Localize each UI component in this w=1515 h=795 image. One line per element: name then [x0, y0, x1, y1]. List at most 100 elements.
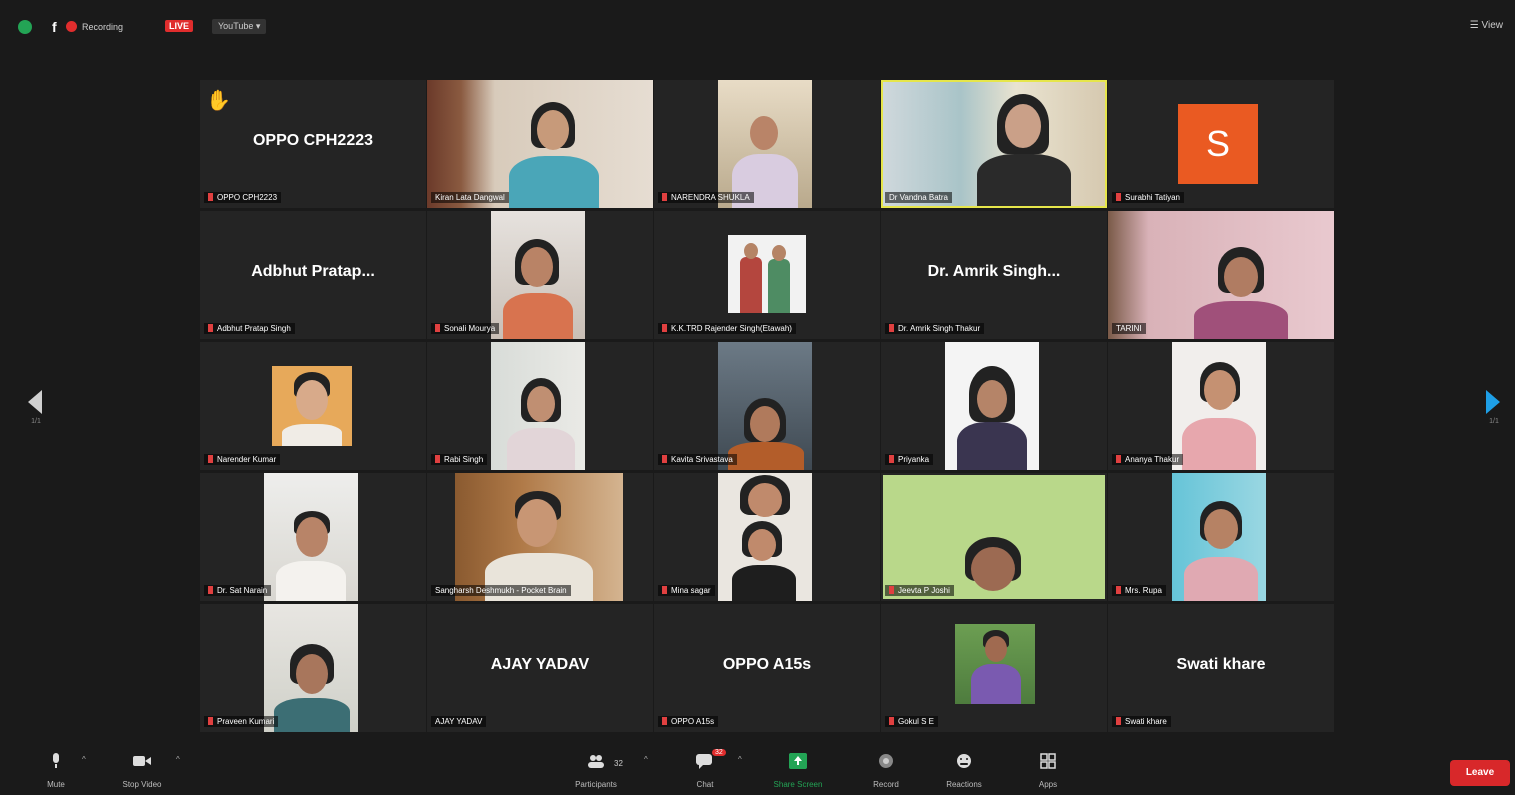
view-button[interactable]: ☰ View: [1470, 20, 1503, 31]
participant-display-name: OPPO A15s: [722, 656, 812, 673]
participant-name-label: Dr Vandna Batra: [885, 192, 952, 203]
leave-button[interactable]: Leave: [1450, 760, 1510, 786]
participant-tile[interactable]: NARENDRA SHUKLA: [654, 80, 880, 208]
participant-name-label: Praveen Kumari: [204, 716, 279, 727]
muted-mic-icon: [1116, 586, 1121, 594]
participant-tile-active-speaker[interactable]: Dr Vandna Batra: [881, 80, 1107, 208]
participant-tile[interactable]: K.K.TRD Rajender Singh(Etawah): [654, 211, 880, 339]
chat-unread-badge: 32: [712, 749, 726, 756]
participant-video: [718, 80, 812, 208]
participant-tile[interactable]: Swati khare Swati khare: [1108, 604, 1334, 732]
participants-options-chevron-icon[interactable]: ^: [644, 755, 648, 764]
participant-name-label: Sonali Mourya: [431, 323, 500, 334]
next-page-button[interactable]: 1/1: [1486, 390, 1502, 425]
security-shield-icon[interactable]: [18, 20, 32, 34]
muted-mic-icon: [435, 455, 440, 463]
participant-tile[interactable]: Jeevta P Joshi: [881, 473, 1107, 601]
participants-label: Participants: [575, 780, 617, 789]
participant-display-name: Dr. Amrik Singh...: [927, 263, 1061, 280]
participant-tile[interactable]: Kavita Srivastava: [654, 342, 880, 470]
muted-mic-icon: [1116, 717, 1121, 725]
participant-name-label: Surabhi Tatiyan: [1112, 192, 1184, 203]
participant-tile[interactable]: Praveen Kumari: [200, 604, 426, 732]
recording-label[interactable]: Recording: [82, 22, 123, 32]
apps-icon: [1040, 753, 1056, 769]
participant-tile[interactable]: TARINI: [1108, 211, 1334, 339]
arrow-right-icon: [1486, 390, 1500, 414]
participant-tile[interactable]: Gokul S E: [881, 604, 1107, 732]
muted-mic-icon: [208, 586, 213, 594]
participant-tile[interactable]: Adbhut Pratap... Adbhut Pratap Singh: [200, 211, 426, 339]
stop-video-button[interactable]: Stop Video: [112, 745, 172, 789]
muted-mic-icon: [662, 324, 667, 332]
participant-name-label: Mina sagar: [658, 585, 715, 596]
muted-mic-icon: [662, 193, 667, 201]
participant-tile[interactable]: Priyanka: [881, 342, 1107, 470]
share-screen-label: Share Screen: [773, 780, 823, 789]
facebook-icon[interactable]: f: [52, 20, 60, 34]
chat-options-chevron-icon[interactable]: ^: [738, 755, 742, 764]
participant-name-label: OPPO CPH2223: [204, 192, 282, 203]
muted-mic-icon: [662, 455, 667, 463]
muted-mic-icon: [662, 586, 667, 594]
top-bar: f Recording LIVE YouTube ▾ ☰ View: [0, 0, 1515, 56]
muted-mic-icon: [1116, 455, 1121, 463]
participant-video: [1108, 211, 1334, 339]
youtube-dropdown[interactable]: YouTube ▾: [212, 19, 267, 34]
participant-name-label: Mrs. Rupa: [1112, 585, 1166, 596]
participant-tile[interactable]: Dr. Sat Narain: [200, 473, 426, 601]
participant-video: [718, 342, 812, 470]
page-indicator-right: 1/1: [1489, 418, 1499, 425]
participant-display-name: AJAY YADAV: [490, 656, 590, 673]
participant-video: [1172, 473, 1266, 601]
participant-tile[interactable]: OPPO A15s OPPO A15s: [654, 604, 880, 732]
audio-options-chevron-icon[interactable]: ^: [82, 755, 86, 764]
participant-name-label: Dr. Amrik Singh Thakur: [885, 323, 985, 334]
participant-tile[interactable]: Mrs. Rupa: [1108, 473, 1334, 601]
participant-tile[interactable]: Rabi Singh: [427, 342, 653, 470]
participant-tile[interactable]: Mina sagar: [654, 473, 880, 601]
muted-mic-icon: [435, 324, 440, 332]
stop-video-label: Stop Video: [122, 780, 162, 789]
reactions-button[interactable]: Reactions: [936, 745, 992, 789]
participant-name-label: TARINI: [1112, 323, 1146, 334]
participant-tile[interactable]: S Surabhi Tatiyan: [1108, 80, 1334, 208]
apps-button[interactable]: Apps: [1028, 745, 1068, 789]
participant-name-label: Adbhut Pratap Singh: [204, 323, 295, 334]
participants-icon: [588, 755, 604, 768]
muted-mic-icon: [208, 324, 213, 332]
participant-tile[interactable]: ✋ OPPO CPH2223 OPPO CPH2223: [200, 80, 426, 208]
participant-video: [427, 80, 653, 208]
participant-name-label: Kavita Srivastava: [658, 454, 737, 465]
participant-tile[interactable]: Sonali Mourya: [427, 211, 653, 339]
record-icon: [879, 754, 893, 768]
previous-page-button[interactable]: 1/1: [28, 390, 44, 425]
mute-button[interactable]: Mute: [36, 745, 76, 789]
participant-name-label: Rabi Singh: [431, 454, 488, 465]
participant-tile[interactable]: Sangharsh Deshmukh - Pocket Brain: [427, 473, 653, 601]
participant-video: [883, 82, 1105, 206]
microphone-icon: [53, 753, 59, 768]
raised-hand-icon: ✋: [206, 90, 231, 112]
participant-video: [491, 211, 585, 339]
share-screen-button[interactable]: Share Screen: [760, 745, 836, 789]
participant-tile[interactable]: Narender Kumar: [200, 342, 426, 470]
participant-name-label: Jeevta P Joshi: [885, 585, 954, 596]
participant-tile[interactable]: Dr. Amrik Singh... Dr. Amrik Singh Thaku…: [881, 211, 1107, 339]
video-options-chevron-icon[interactable]: ^: [176, 755, 180, 764]
live-badge[interactable]: LIVE: [165, 20, 194, 32]
participant-tile[interactable]: AJAY YADAV AJAY YADAV: [427, 604, 653, 732]
record-button[interactable]: Record: [866, 745, 906, 789]
muted-mic-icon: [889, 324, 894, 332]
participant-video: [491, 342, 585, 470]
page-indicator-left: 1/1: [31, 418, 41, 425]
chat-icon: [696, 754, 712, 769]
participant-name-label: Dr. Sat Narain: [204, 585, 272, 596]
participant-tile[interactable]: Kiran Lata Dangwal: [427, 80, 653, 208]
participant-video: [718, 473, 812, 601]
participant-tile[interactable]: Ananya Thakur: [1108, 342, 1334, 470]
muted-mic-icon: [662, 717, 667, 725]
record-label: Record: [873, 780, 899, 789]
participant-video: [955, 624, 1035, 704]
participant-video: [264, 473, 358, 601]
